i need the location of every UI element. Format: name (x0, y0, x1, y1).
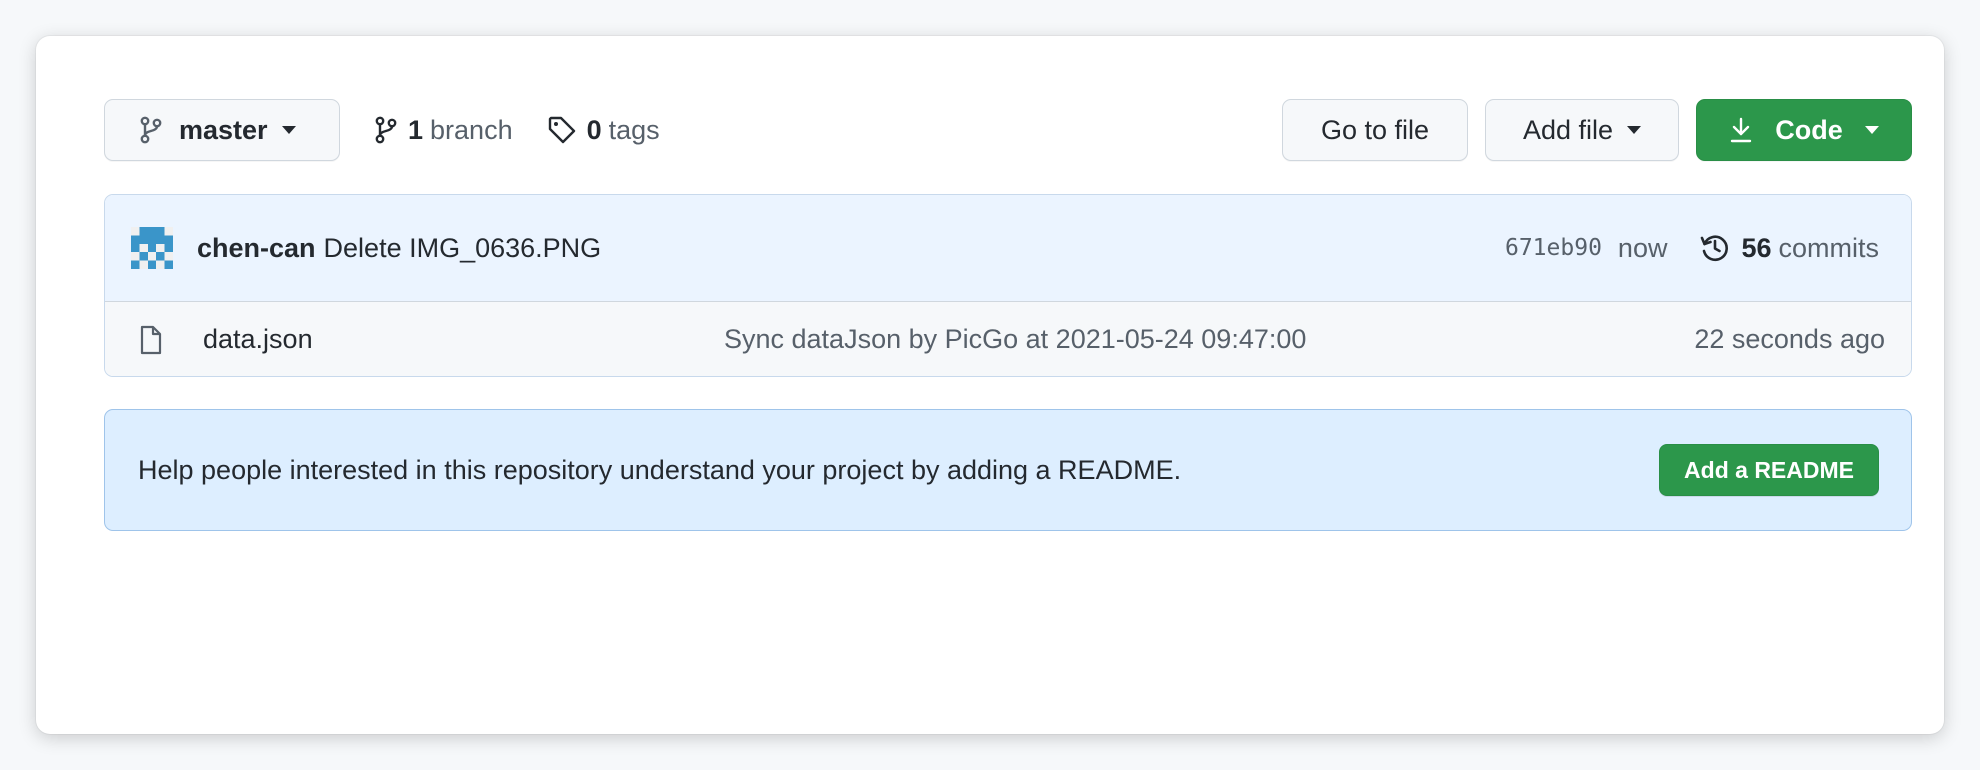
commits-history-link[interactable]: 56 commits (1699, 232, 1879, 264)
avatar[interactable] (131, 227, 173, 269)
tags-link[interactable]: 0 tags (547, 115, 660, 146)
commit-time: now (1617, 232, 1668, 263)
file-commit-age: 22 seconds ago (1694, 323, 1885, 354)
toolbar-left: master 1 branch 0 tags (104, 99, 660, 161)
add-file-button[interactable]: Add file (1485, 99, 1679, 161)
branch-name: master (179, 114, 268, 145)
file-list: chen-can Delete IMG_0636.PNG 671eb90 now… (104, 194, 1912, 377)
code-button[interactable]: Code (1696, 99, 1912, 161)
tag-count-label: tags (608, 114, 660, 145)
git-branch-icon (374, 116, 398, 144)
repository-content: master 1 branch 0 tags Go to file Add fi… (104, 98, 1912, 531)
add-readme-button[interactable]: Add a README (1659, 444, 1879, 496)
file-commit-message-link[interactable]: Sync dataJson by PicGo at 2021-05-24 09:… (724, 324, 1306, 355)
file-row[interactable]: data.json Sync dataJson by PicGo at 2021… (105, 302, 1911, 376)
commit-message-link[interactable]: Delete IMG_0636.PNG (324, 233, 602, 264)
readme-prompt-text: Help people interested in this repositor… (138, 454, 1182, 485)
branch-count-label: branch (430, 114, 513, 145)
chevron-down-icon (1864, 126, 1879, 134)
readme-prompt-banner: Help people interested in this repositor… (104, 409, 1912, 531)
commit-author-link[interactable]: chen-can (197, 233, 316, 264)
chevron-down-icon (1627, 126, 1642, 134)
go-to-file-label: Go to file (1320, 114, 1430, 145)
chevron-down-icon (281, 126, 296, 134)
commits-count: 56 (1741, 232, 1772, 263)
branch-selector-button[interactable]: master (104, 99, 340, 161)
file-navigation-toolbar: master 1 branch 0 tags Go to file Add fi… (104, 98, 1912, 162)
commit-sha-link[interactable]: 671eb90 (1505, 235, 1602, 261)
code-label: Code (1775, 114, 1843, 145)
history-icon (1699, 232, 1731, 264)
tag-count: 0 (586, 114, 602, 145)
add-file-label: Add file (1522, 114, 1614, 145)
download-icon (1729, 116, 1753, 144)
repository-panel: master 1 branch 0 tags Go to file Add fi… (36, 36, 1944, 734)
branches-link[interactable]: 1 branch (374, 115, 513, 146)
file-icon (139, 325, 163, 355)
latest-commit-row: chen-can Delete IMG_0636.PNG 671eb90 now… (105, 195, 1911, 302)
branch-count: 1 (408, 114, 424, 145)
commits-label: commits (1778, 232, 1880, 263)
git-branch-icon (139, 116, 163, 144)
go-to-file-button[interactable]: Go to file (1282, 99, 1468, 161)
file-name-link[interactable]: data.json (203, 324, 313, 355)
tag-icon (547, 115, 577, 145)
toolbar-right: Go to file Add file Code (1282, 99, 1912, 161)
